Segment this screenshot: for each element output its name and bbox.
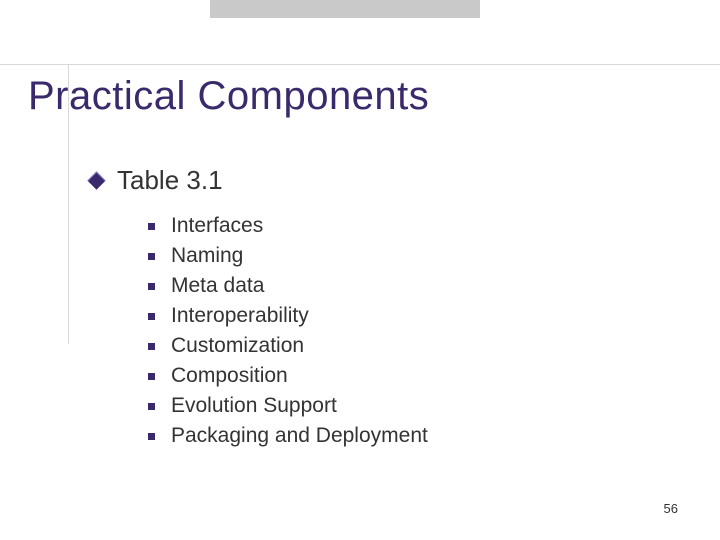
list-item: Customization — [148, 334, 428, 358]
list-item: Interoperability — [148, 304, 428, 328]
list-item-label: Composition — [171, 364, 288, 388]
square-bullet-icon — [148, 403, 155, 410]
diamond-bullet-icon — [87, 171, 105, 189]
square-bullet-icon — [148, 253, 155, 260]
square-bullet-icon — [148, 343, 155, 350]
list-item: Composition — [148, 364, 428, 388]
list-item: Meta data — [148, 274, 428, 298]
list-item-label: Evolution Support — [171, 394, 337, 418]
list-item-label: Meta data — [171, 274, 264, 298]
list-item-label: Interoperability — [171, 304, 309, 328]
square-bullet-icon — [148, 313, 155, 320]
list-item-label: Naming — [171, 244, 243, 268]
title-underline — [0, 64, 720, 65]
slide: Practical Components Table 3.1 Interface… — [0, 0, 720, 540]
content-block: Table 3.1 Interfaces Naming Meta data In… — [90, 165, 428, 454]
square-bullet-icon — [148, 373, 155, 380]
list-item: Evolution Support — [148, 394, 428, 418]
slide-title: Practical Components — [28, 74, 429, 119]
page-number: 56 — [664, 501, 678, 516]
list-item: Interfaces — [148, 214, 428, 238]
sub-list: Interfaces Naming Meta data Interoperabi… — [148, 214, 428, 448]
list-item-label: Customization — [171, 334, 304, 358]
list-item: Naming — [148, 244, 428, 268]
list-item: Packaging and Deployment — [148, 424, 428, 448]
top-accent-bar — [210, 0, 480, 18]
square-bullet-icon — [148, 433, 155, 440]
list-heading-row: Table 3.1 — [90, 165, 428, 196]
list-item-label: Interfaces — [171, 214, 263, 238]
list-item-label: Packaging and Deployment — [171, 424, 428, 448]
square-bullet-icon — [148, 283, 155, 290]
list-heading: Table 3.1 — [117, 165, 223, 196]
square-bullet-icon — [148, 223, 155, 230]
